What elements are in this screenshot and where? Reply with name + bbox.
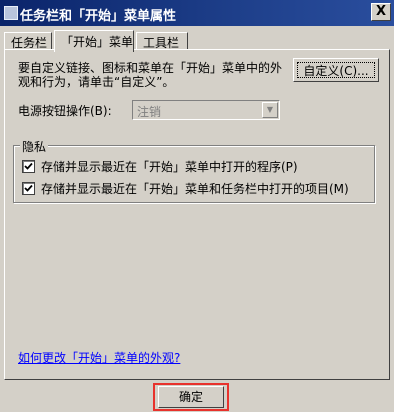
recent-items-checkbox[interactable] bbox=[22, 182, 35, 195]
close-button[interactable]: X bbox=[371, 3, 391, 21]
power-button-label: 电源按钮操作(B): bbox=[18, 104, 112, 118]
power-button-value: 注销 bbox=[137, 105, 162, 119]
recent-items-label: 存储并显示最近在「开始」菜单和任务栏中打开的项目(M) bbox=[41, 182, 349, 196]
window-icon bbox=[4, 6, 18, 20]
window-title: 任务栏和「开始」菜单属性 bbox=[20, 9, 177, 24]
chevron-down-icon: ▼ bbox=[262, 102, 278, 118]
privacy-group: 隐私 存储并显示最近在「开始」菜单中打开的程序(P) 存储并显示最近在「开始」菜… bbox=[13, 138, 375, 203]
tab-panel: 要自定义链接、图标和菜单在「开始」菜单中的外观和行为，请单击“自定义”。 自定义… bbox=[4, 49, 390, 380]
customize-button-label: 自定义(C)... bbox=[297, 62, 375, 78]
ok-button[interactable]: 确定 bbox=[158, 386, 224, 408]
recent-items-option[interactable]: 存储并显示最近在「开始」菜单和任务栏中打开的项目(M) bbox=[22, 180, 349, 197]
power-button-select: 注销 ▼ bbox=[132, 100, 280, 120]
recent-programs-option[interactable]: 存储并显示最近在「开始」菜单中打开的程序(P) bbox=[22, 158, 298, 175]
recent-programs-checkbox[interactable] bbox=[22, 160, 35, 173]
customize-button[interactable]: 自定义(C)... bbox=[293, 58, 379, 82]
tab-taskbar[interactable]: 任务栏 bbox=[4, 32, 52, 50]
title-bar: 任务栏和「开始」菜单属性 X bbox=[0, 0, 394, 26]
tab-start-menu[interactable]: 「开始」菜单 bbox=[54, 30, 134, 52]
start-menu-description: 要自定义链接、图标和菜单在「开始」菜单中的外观和行为，请单击“自定义”。 bbox=[18, 61, 283, 89]
checkmark-icon bbox=[24, 184, 33, 192]
checkmark-icon bbox=[24, 162, 33, 170]
recent-programs-label: 存储并显示最近在「开始」菜单中打开的程序(P) bbox=[41, 160, 298, 174]
privacy-group-title: 隐私 bbox=[20, 138, 49, 155]
start-menu-help-link[interactable]: 如何更改「开始」菜单的外观? bbox=[18, 349, 180, 366]
tab-toolbars[interactable]: 工具栏 bbox=[136, 32, 188, 50]
